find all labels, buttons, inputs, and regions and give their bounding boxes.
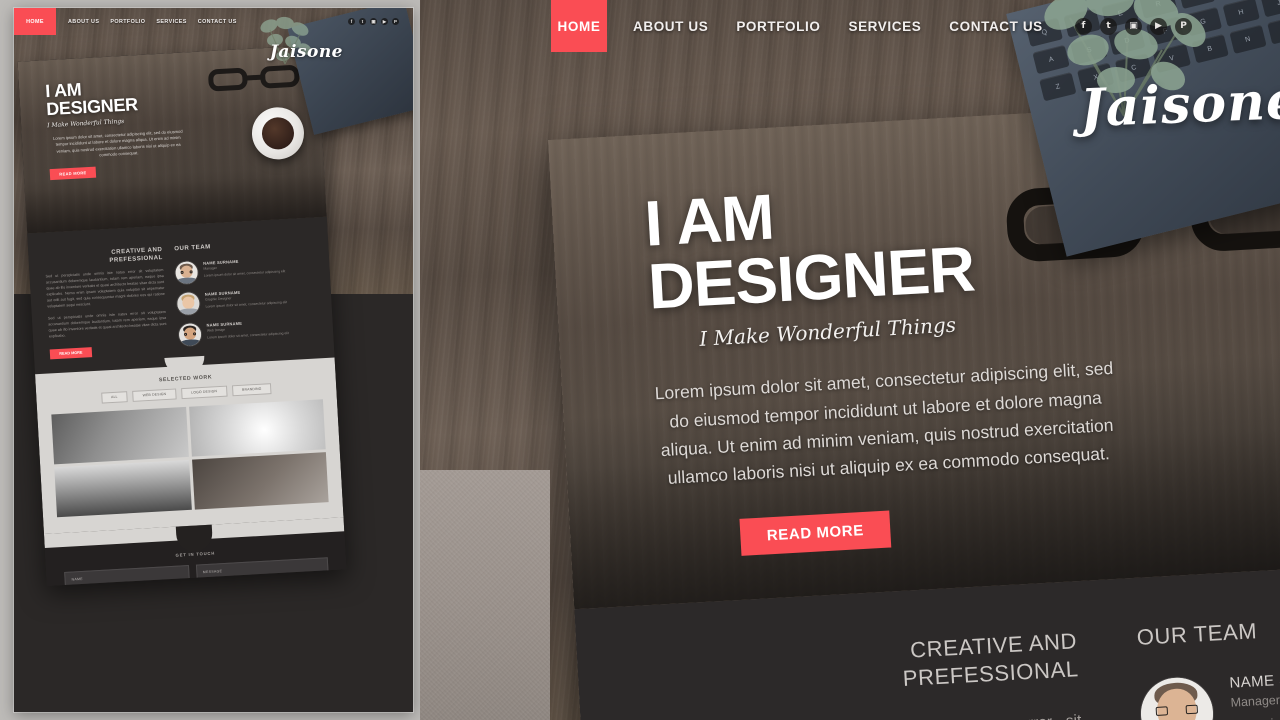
navbar[interactable]: HOME ABOUT US PORTFOLIO SERVICES CONTACT… [420, 0, 1280, 52]
thumb-page-card: I AM DESIGNER I Make Wonderful Things Lo… [17, 45, 347, 586]
hero-paragraph: Lorem ipsum dolor sit amet, consectetur … [654, 358, 1114, 489]
social-links[interactable]: f t ▣ ▶ P [1075, 17, 1192, 35]
thumb-navbar[interactable]: HOME ABOUT US PORTFOLIO SERVICES CONTACT… [14, 8, 413, 35]
card-notch [164, 355, 206, 376]
thumb-card-hero: I AM DESIGNER I Make Wonderful Things Lo… [17, 45, 327, 234]
member-name: NAME SURNAME [1229, 667, 1280, 692]
thumb-about-paragraph-2: Sed ut perspiciatis unde omnis iste natu… [47, 309, 167, 339]
team-heading: OUR TEAM [1136, 618, 1258, 650]
thumb-about-paragraph: Sed ut perspiciatis unde omnis iste natu… [45, 268, 165, 309]
thumb-nav-item-contact-us[interactable]: CONTACT US [198, 19, 237, 25]
team-column: OUR TEAM NAME S [1136, 600, 1280, 720]
work-thumbnail[interactable] [54, 459, 192, 517]
nav-item-home[interactable]: HOME [551, 0, 607, 52]
thumb-about-team-section: CREATIVE AND PREFESSIONAL Sed ut perspic… [27, 216, 335, 374]
thumb-about-column: CREATIVE AND PREFESSIONAL Sed ut perspic… [44, 246, 168, 360]
thumb-filter-branding[interactable]: BRANDING [231, 382, 272, 396]
youtube-icon[interactable]: ▶ [381, 18, 388, 25]
thumb-team-heading: OUR TEAM [174, 243, 211, 253]
concrete-surface [420, 470, 550, 720]
screenshot-canvas: HOME ABOUT US PORTFOLIO SERVICES CONTACT… [0, 0, 1280, 720]
work-thumbnail[interactable] [188, 398, 326, 457]
nav-item-services[interactable]: SERVICES [848, 19, 921, 34]
thumb-member-desc: Lorem ipsum dolor sit amet, consectetur … [205, 300, 288, 309]
facebook-icon[interactable]: f [348, 18, 355, 25]
zoomed-design-view[interactable]: QWERTYU ASDFGHJ ZXCVBNM [420, 0, 1280, 720]
nav-item-contact-us[interactable]: CONTACT US [949, 19, 1043, 34]
facebook-icon[interactable]: f [1075, 17, 1092, 35]
nav-item-about-us[interactable]: ABOUT US [633, 19, 708, 34]
twitter-icon[interactable]: t [1100, 17, 1117, 35]
thumb-member-desc: Lorem ipsum dolor sit amet, consectetur … [207, 331, 289, 340]
brand-logo: Jaisone [1078, 69, 1280, 140]
work-thumbnail[interactable] [51, 406, 189, 465]
about-column: CREATIVE AND PREFESSIONAL Sed ut perspic… [663, 627, 1091, 720]
instagram-icon[interactable]: ▣ [370, 18, 377, 25]
pinterest-icon[interactable]: P [392, 18, 399, 25]
thumb-work-grid [51, 398, 329, 517]
thumb-about-read-more-button[interactable]: READ MORE [49, 346, 93, 360]
thumb-hero-paragraph: Lorem ipsum dolor sit amet, consectetur … [52, 128, 183, 158]
thumb-social-links[interactable]: f t ▣ ▶ P [348, 18, 399, 25]
avatar [175, 261, 199, 285]
thumb-member-desc: Lorem ipsum dolor sit amet, consectetur … [203, 269, 286, 278]
thumb-team-member: NAME SURNAME Manager Lorem ipsum dolor s… [175, 255, 314, 285]
youtube-icon[interactable]: ▶ [1150, 17, 1167, 35]
avatar [178, 323, 202, 347]
twitter-icon[interactable]: t [359, 18, 366, 25]
thumb-team-member: NAME SURNAME Web Design Lorem ipsum dolo… [178, 317, 317, 347]
nav-item-portfolio[interactable]: PORTFOLIO [736, 19, 820, 34]
team-member: NAME SURNAME Manager Lorem ipsum dolor s… [1139, 655, 1280, 720]
thumb-filter-all[interactable]: ALL [100, 390, 128, 404]
thumb-filter-logo-design[interactable]: LOGO DESIGN [180, 385, 228, 399]
thumb-nav-item-services[interactable]: SERVICES [156, 19, 186, 25]
thumbnail-preview-panel[interactable]: HOME ABOUT US PORTFOLIO SERVICES CONTACT… [14, 8, 413, 712]
hero-text: I AM DESIGNER I Make Wonderful Things Lo… [548, 109, 1131, 565]
thumb-nav-links[interactable]: ABOUT US PORTFOLIO SERVICES CONTACT US [68, 19, 237, 25]
thumb-brand-logo: Jaisone [269, 42, 343, 62]
work-thumbnail[interactable] [191, 451, 329, 510]
thumb-filter-web-design[interactable]: WEB DESIGN [132, 388, 177, 402]
instagram-icon[interactable]: ▣ [1125, 17, 1142, 35]
thumb-team-column: OUR TEAM NAME SURNAME Manager Lorem ipsu… [174, 238, 318, 352]
thumb-hero-text: I AM DESIGNER I Make Wonderful Things Lo… [18, 52, 194, 182]
nav-links[interactable]: ABOUT US PORTFOLIO SERVICES CONTACT US [633, 19, 1043, 34]
thumb-name-input[interactable]: NAME [64, 564, 190, 586]
thumb-nav-item-home[interactable]: HOME [14, 8, 56, 35]
thumb-nav-item-about-us[interactable]: ABOUT US [68, 19, 99, 25]
avatar [176, 292, 200, 316]
thumb-message-input[interactable]: MESSAGE [195, 556, 330, 586]
thumb-nav-item-portfolio[interactable]: PORTFOLIO [110, 19, 145, 25]
thumb-team-member: NAME SURNAME Graphic Designer Lorem ipsu… [176, 286, 316, 316]
pinterest-icon[interactable]: P [1175, 17, 1192, 35]
thumb-selected-work-section: SELECTED WORK ALL WEB DESIGN LOGO DESIGN… [35, 355, 344, 534]
avatar [1139, 675, 1216, 720]
about-paragraph: Sed ut perspiciatis unde omnis iste natu… [667, 708, 1090, 720]
